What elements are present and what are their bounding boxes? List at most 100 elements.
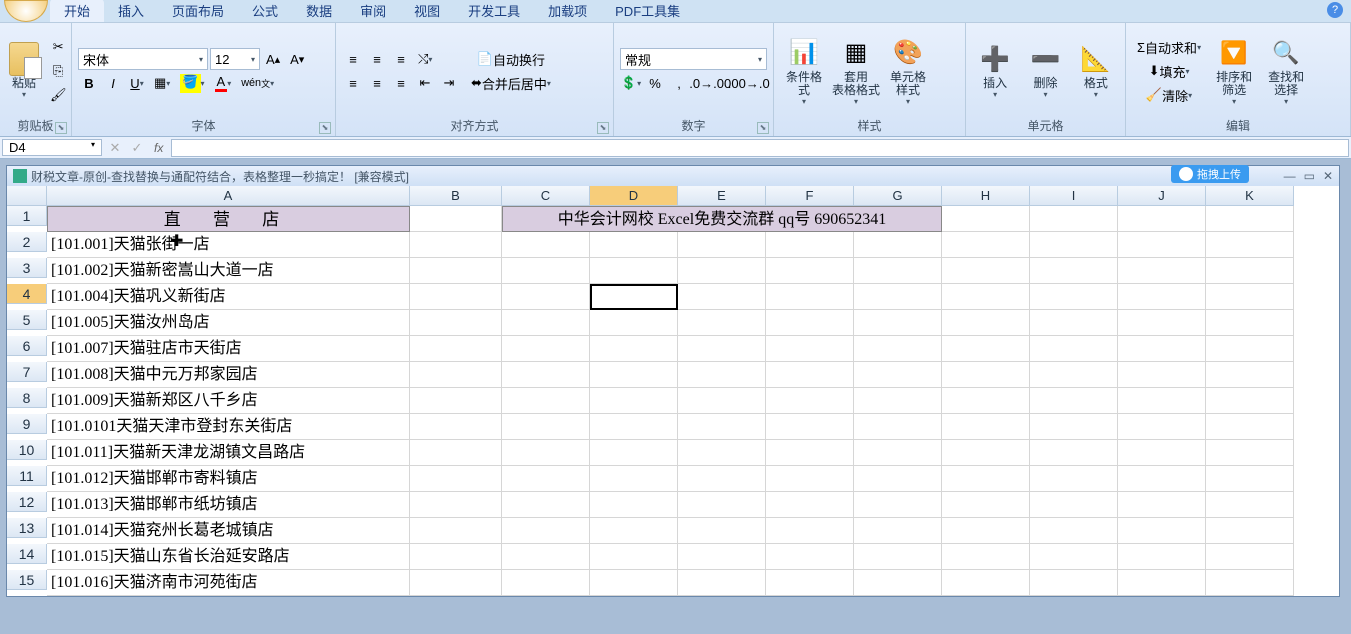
- cell-C12[interactable]: [502, 492, 590, 518]
- cell-E9[interactable]: [678, 414, 766, 440]
- cell-G5[interactable]: [854, 310, 942, 336]
- col-header-H[interactable]: H: [942, 186, 1030, 206]
- insert-cells-button[interactable]: ➕插入▾: [972, 27, 1018, 115]
- cell-B1[interactable]: [410, 206, 502, 232]
- cell-A12[interactable]: [101.013]天猫邯郸市纸坊镇店: [47, 492, 410, 518]
- accounting-format-button[interactable]: 💲▾: [620, 72, 642, 94]
- row-header-9[interactable]: 9: [7, 414, 47, 434]
- cell-A14[interactable]: [101.015]天猫山东省长治延安路店: [47, 544, 410, 570]
- maximize-icon[interactable]: ▭: [1304, 169, 1315, 183]
- cell-A15[interactable]: [101.016]天猫济南市河苑街店: [47, 570, 410, 596]
- cell-I7[interactable]: [1030, 362, 1118, 388]
- cell-I15[interactable]: [1030, 570, 1118, 596]
- cell-J14[interactable]: [1118, 544, 1206, 570]
- cell-D9[interactable]: [590, 414, 678, 440]
- cell-B8[interactable]: [410, 388, 502, 414]
- col-header-K[interactable]: K: [1206, 186, 1294, 206]
- cell-B6[interactable]: [410, 336, 502, 362]
- cell-G2[interactable]: [854, 232, 942, 258]
- align-center-button[interactable]: ≡: [366, 72, 388, 94]
- dialog-launcher-icon[interactable]: ⬊: [597, 122, 609, 134]
- cell-D6[interactable]: [590, 336, 678, 362]
- cell-A6[interactable]: [101.007]天猫驻店市天街店: [47, 336, 410, 362]
- cell-J5[interactable]: [1118, 310, 1206, 336]
- minimize-icon[interactable]: —: [1284, 169, 1296, 183]
- enter-icon[interactable]: ✓: [126, 137, 148, 159]
- increase-decimal-button[interactable]: .0→.00: [692, 72, 729, 94]
- col-header-J[interactable]: J: [1118, 186, 1206, 206]
- copy-button[interactable]: ⎘: [46, 60, 71, 82]
- cell-H2[interactable]: [942, 232, 1030, 258]
- cell-F10[interactable]: [766, 440, 854, 466]
- cell-H5[interactable]: [942, 310, 1030, 336]
- cell-G14[interactable]: [854, 544, 942, 570]
- cell-I9[interactable]: [1030, 414, 1118, 440]
- cell-E11[interactable]: [678, 466, 766, 492]
- cell-D13[interactable]: [590, 518, 678, 544]
- cell-J13[interactable]: [1118, 518, 1206, 544]
- help-icon[interactable]: ?: [1327, 2, 1343, 18]
- row-header-14[interactable]: 14: [7, 544, 47, 564]
- cell-I13[interactable]: [1030, 518, 1118, 544]
- cell-E13[interactable]: [678, 518, 766, 544]
- cell-C15[interactable]: [502, 570, 590, 596]
- cell-C13[interactable]: [502, 518, 590, 544]
- decrease-decimal-button[interactable]: .00→.0: [731, 72, 768, 94]
- cell-F9[interactable]: [766, 414, 854, 440]
- row-header-8[interactable]: 8: [7, 388, 47, 408]
- cell-E5[interactable]: [678, 310, 766, 336]
- cell-C8[interactable]: [502, 388, 590, 414]
- cell-B14[interactable]: [410, 544, 502, 570]
- cell-J7[interactable]: [1118, 362, 1206, 388]
- font-color-button[interactable]: A▾: [211, 72, 236, 94]
- conditional-format-button[interactable]: 📊条件格式▾: [780, 27, 828, 115]
- cell-F8[interactable]: [766, 388, 854, 414]
- cell-D10[interactable]: [590, 440, 678, 466]
- tab-视图[interactable]: 视图: [400, 0, 454, 22]
- cell-K6[interactable]: [1206, 336, 1294, 362]
- cell-F3[interactable]: [766, 258, 854, 284]
- cell-B11[interactable]: [410, 466, 502, 492]
- autosum-button[interactable]: Σ 自动求和 ▾: [1132, 36, 1206, 58]
- cell-G15[interactable]: [854, 570, 942, 596]
- cell-F13[interactable]: [766, 518, 854, 544]
- cell-G6[interactable]: [854, 336, 942, 362]
- cell-A2[interactable]: [101.001]天猫张街一店: [47, 232, 410, 258]
- cell-K8[interactable]: [1206, 388, 1294, 414]
- cell-F12[interactable]: [766, 492, 854, 518]
- align-bottom-button[interactable]: ≡: [390, 48, 412, 70]
- cell-I3[interactable]: [1030, 258, 1118, 284]
- cell-H14[interactable]: [942, 544, 1030, 570]
- find-select-button[interactable]: 🔍查找和 选择▾: [1262, 27, 1310, 115]
- cell-K7[interactable]: [1206, 362, 1294, 388]
- fill-button[interactable]: ⬇ 填充 ▾: [1132, 60, 1206, 82]
- cell-C9[interactable]: [502, 414, 590, 440]
- decrease-font-button[interactable]: A▾: [286, 48, 308, 70]
- formula-input[interactable]: [171, 139, 1349, 157]
- cell-B5[interactable]: [410, 310, 502, 336]
- decrease-indent-button[interactable]: ⇤: [414, 72, 436, 94]
- align-middle-button[interactable]: ≡: [366, 48, 388, 70]
- cell-H10[interactable]: [942, 440, 1030, 466]
- cell-J6[interactable]: [1118, 336, 1206, 362]
- cell-B12[interactable]: [410, 492, 502, 518]
- cell-D8[interactable]: [590, 388, 678, 414]
- cell-H8[interactable]: [942, 388, 1030, 414]
- row-header-13[interactable]: 13: [7, 518, 47, 538]
- row-header-4[interactable]: 4: [7, 284, 47, 304]
- cell-D14[interactable]: [590, 544, 678, 570]
- cell-r1-0[interactable]: [942, 206, 1030, 232]
- row-header-5[interactable]: 5: [7, 310, 47, 330]
- row-header-1[interactable]: 1: [7, 206, 47, 226]
- col-header-E[interactable]: E: [678, 186, 766, 206]
- cell-K12[interactable]: [1206, 492, 1294, 518]
- cell-C4[interactable]: [502, 284, 590, 310]
- wrap-text-button[interactable]: 📄 自动换行: [464, 48, 558, 70]
- dialog-launcher-icon[interactable]: ⬊: [55, 122, 67, 134]
- cell-A4[interactable]: [101.004]天猫巩义新街店: [47, 284, 410, 310]
- italic-button[interactable]: I: [102, 72, 124, 94]
- increase-indent-button[interactable]: ⇥: [438, 72, 460, 94]
- cell-F11[interactable]: [766, 466, 854, 492]
- cell-C3[interactable]: [502, 258, 590, 284]
- align-top-button[interactable]: ≡: [342, 48, 364, 70]
